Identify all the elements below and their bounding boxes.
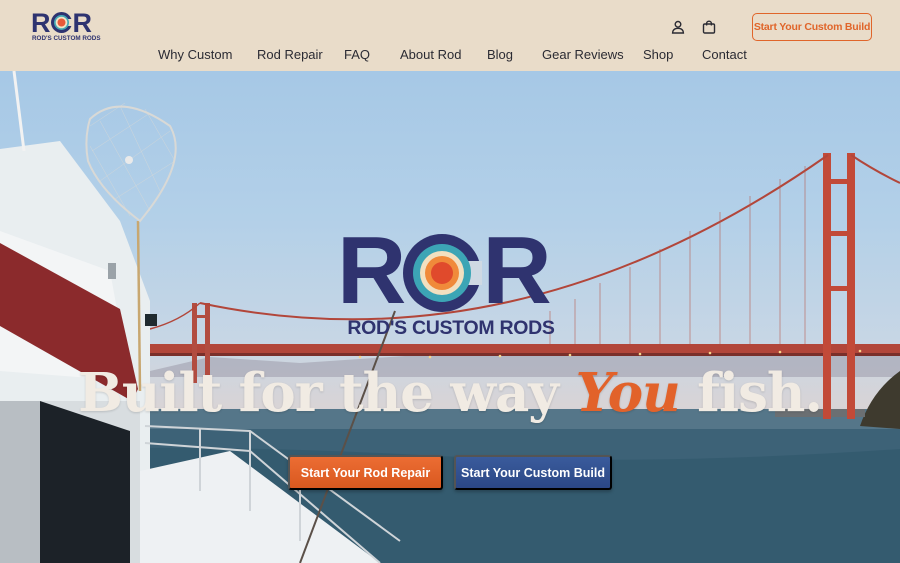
nav-item-about-rod[interactable]: About Rod: [400, 47, 461, 62]
site-header: R R ROD'S CUSTOM RODS Start Your Custom …: [0, 0, 900, 71]
header-custom-build-button[interactable]: Start Your Custom Build: [752, 13, 872, 41]
hero-headline: Built for the way You fish.: [78, 362, 823, 424]
logo-target-icon: [50, 12, 73, 33]
main-nav: Why Custom Rod Repair FAQ About Rod Blog…: [0, 47, 900, 65]
logo-mark: R R: [31, 8, 92, 38]
hero-section: R R ROD'S CUSTOM RODS Built for the way …: [0, 71, 900, 563]
custom-build-button[interactable]: Start Your Custom Build: [454, 455, 612, 490]
nav-item-faq[interactable]: FAQ: [344, 47, 370, 62]
nav-item-blog[interactable]: Blog: [487, 47, 513, 62]
hero-logo-target-icon: [403, 234, 485, 312]
logo-subtitle: ROD'S CUSTOM RODS: [32, 35, 101, 42]
nav-item-contact[interactable]: Contact: [702, 47, 747, 62]
hero-logo-subtitle: ROD'S CUSTOM RODS: [347, 317, 555, 339]
nav-item-shop[interactable]: Shop: [643, 47, 673, 62]
hero-logo: R R ROD'S CUSTOM RODS: [337, 223, 565, 341]
nav-item-gear-reviews[interactable]: Gear Reviews: [542, 47, 624, 62]
site-logo[interactable]: R R ROD'S CUSTOM RODS: [31, 8, 101, 44]
account-icon[interactable]: [669, 18, 687, 36]
nav-item-why-custom[interactable]: Why Custom: [158, 47, 232, 62]
headline-emphasis: You: [575, 362, 681, 424]
hero-logo-mark: R R: [337, 217, 552, 324]
nav-item-rod-repair[interactable]: Rod Repair: [257, 47, 323, 62]
rod-repair-button[interactable]: Start Your Rod Repair: [288, 455, 443, 490]
shopping-bag-icon[interactable]: [700, 18, 718, 36]
